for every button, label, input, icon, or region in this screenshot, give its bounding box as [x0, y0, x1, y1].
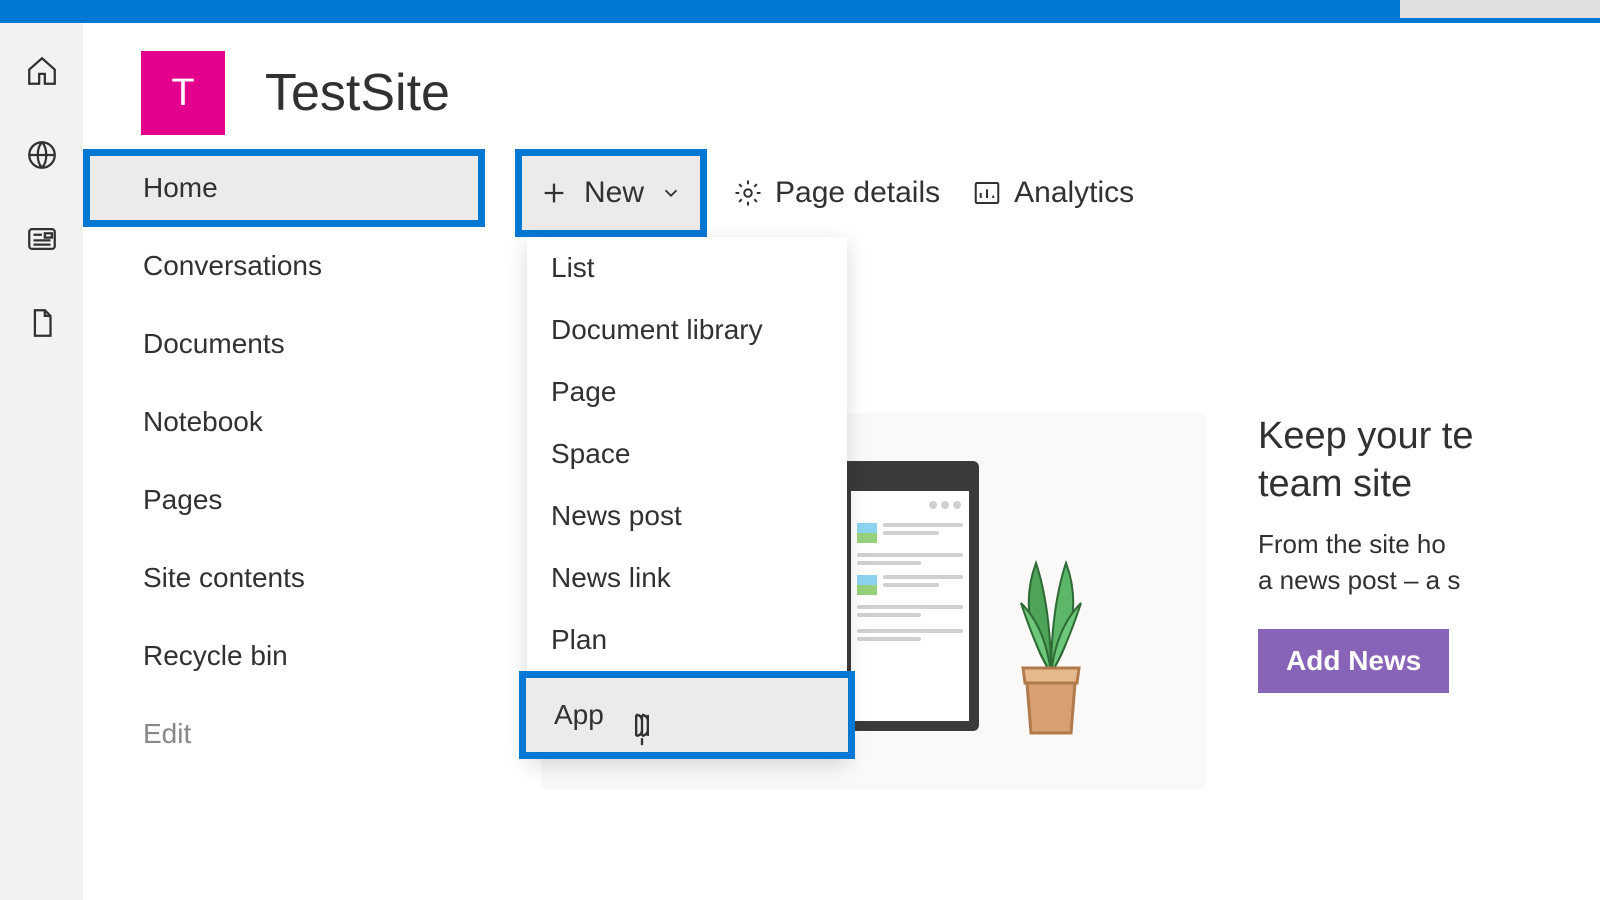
nav-item-home[interactable]: Home [83, 149, 485, 227]
globe-icon[interactable] [24, 137, 60, 173]
home-icon[interactable] [24, 53, 60, 89]
gear-icon [733, 178, 763, 208]
command-bar: New Page details Analytics [515, 149, 1140, 237]
menu-item-list[interactable]: List [527, 237, 847, 299]
nav-item-site-contents[interactable]: Site contents [83, 539, 485, 617]
site-title: TestSite [265, 63, 450, 123]
new-button-label: New [584, 176, 644, 210]
illustration-tablet [841, 461, 979, 731]
cursor-icon [628, 712, 656, 755]
news-info-body: From the site ho a news post – a s [1258, 526, 1600, 599]
page-details-label: Page details [775, 176, 940, 210]
nav-item-pages[interactable]: Pages [83, 461, 485, 539]
menu-item-news-post[interactable]: News post [527, 485, 847, 547]
nav-item-recycle-bin[interactable]: Recycle bin [83, 617, 485, 695]
add-news-button[interactable]: Add News [1258, 629, 1449, 693]
menu-item-app[interactable]: App [519, 671, 855, 759]
nav-item-documents[interactable]: Documents [83, 305, 485, 383]
menu-item-document-library[interactable]: Document library [527, 299, 847, 361]
suite-header-bar [0, 0, 1600, 23]
news-info-panel: Keep your te team site From the site ho … [1258, 413, 1600, 693]
analytics-label: Analytics [1014, 176, 1134, 210]
files-icon[interactable] [24, 305, 60, 341]
nav-item-notebook[interactable]: Notebook [83, 383, 485, 461]
analytics-icon [972, 178, 1002, 208]
suite-header-right-segment [1400, 0, 1600, 18]
app-rail [0, 23, 83, 900]
menu-item-app-label: App [554, 699, 604, 731]
menu-item-space[interactable]: Space [527, 423, 847, 485]
site-nav: Home Conversations Documents Notebook Pa… [83, 149, 485, 773]
nav-item-conversations[interactable]: Conversations [83, 227, 485, 305]
illustration-plant [1001, 543, 1101, 748]
analytics-button[interactable]: Analytics [966, 156, 1140, 230]
menu-item-page[interactable]: Page [527, 361, 847, 423]
main-region: T TestSite Home Conversations Documents … [83, 23, 1600, 900]
menu-item-plan[interactable]: Plan [527, 609, 847, 671]
chevron-down-icon [660, 182, 682, 204]
site-header: T TestSite [83, 23, 1600, 135]
news-icon[interactable] [24, 221, 60, 257]
page-details-button[interactable]: Page details [727, 156, 946, 230]
nav-edit-link[interactable]: Edit [83, 695, 485, 773]
site-logo[interactable]: T [141, 51, 225, 135]
new-button[interactable]: New [515, 149, 707, 237]
menu-item-news-link[interactable]: News link [527, 547, 847, 609]
new-dropdown-menu: List Document library Page Space News po… [527, 237, 847, 759]
news-info-title: Keep your te team site [1258, 413, 1600, 508]
plus-icon [540, 179, 568, 207]
